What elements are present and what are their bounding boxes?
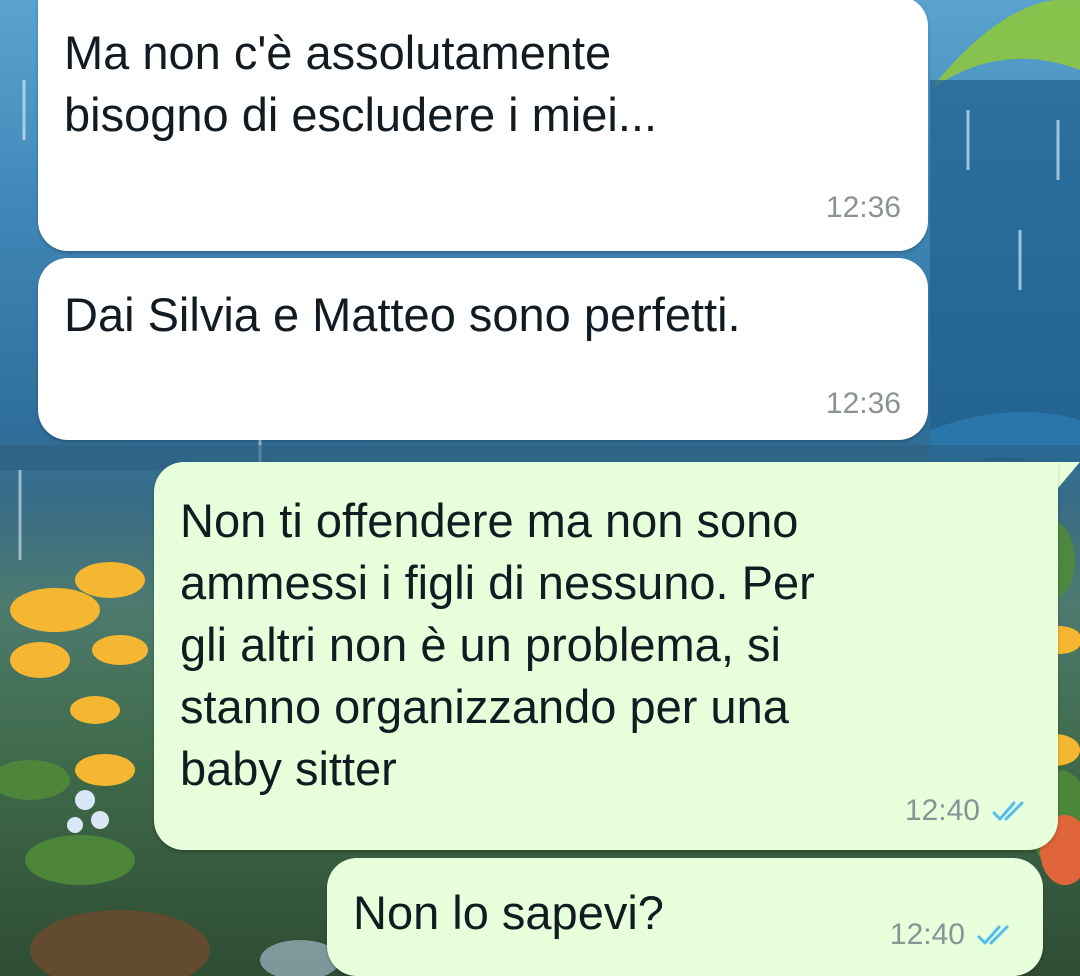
message-meta: 12:40 bbox=[905, 794, 1030, 828]
message-meta: 12:36 bbox=[826, 191, 901, 225]
message-time: 12:36 bbox=[825, 191, 901, 224]
double-check-read-icon bbox=[992, 799, 1030, 823]
message-bubble-incoming[interactable]: Dai Silvia e Matteo sono perfetti. 12:36 bbox=[38, 258, 928, 440]
message-text: Dai Silvia e Matteo sono perfetti. bbox=[64, 288, 741, 341]
message-bubble-incoming[interactable]: Ma non c'è assolutamente bisogno di escl… bbox=[38, 0, 928, 251]
message-bubble-outgoing[interactable]: Non lo sapevi? 12:40 bbox=[327, 858, 1043, 976]
message-text: Non ti offendere ma non sono ammessi i f… bbox=[180, 494, 815, 795]
message-time: 12:36 bbox=[825, 387, 901, 420]
message-meta: 12:36 bbox=[826, 387, 901, 421]
message-bubble-outgoing[interactable]: Non ti offendere ma non sono ammessi i f… bbox=[154, 462, 1058, 850]
message-meta: 12:40 bbox=[890, 918, 1015, 952]
message-text: Non lo sapevi? bbox=[353, 886, 664, 939]
double-check-read-icon bbox=[977, 923, 1015, 947]
message-text: Ma non c'è assolutamente bisogno di escl… bbox=[64, 26, 658, 141]
bubble-tail bbox=[1058, 462, 1080, 488]
message-time: 12:40 bbox=[889, 918, 965, 951]
message-time: 12:40 bbox=[904, 794, 980, 827]
